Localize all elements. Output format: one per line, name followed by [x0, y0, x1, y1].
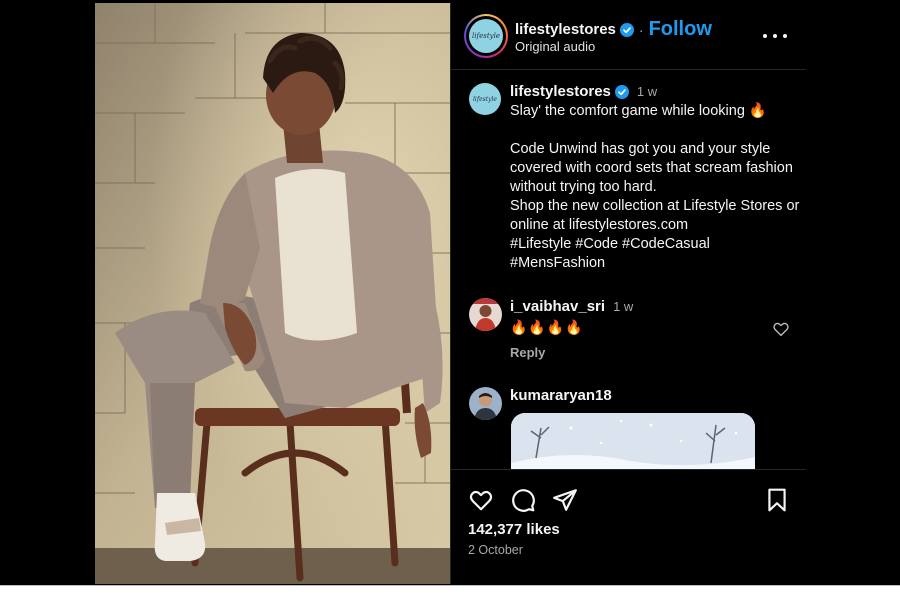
header-username[interactable]: lifestylestores	[515, 21, 616, 38]
verified-badge-icon	[614, 84, 629, 99]
avatar-logo: lifestyle	[469, 19, 503, 53]
audio-label[interactable]: Original audio	[515, 39, 595, 54]
caption-time[interactable]: 1 w	[637, 84, 657, 99]
verified-badge-icon	[619, 22, 634, 37]
comment-username[interactable]: i_vaibhav_sri	[510, 298, 605, 315]
likes-count[interactable]: 142,377 likes	[468, 521, 560, 538]
caption-avatar-logo: lifestyle	[469, 83, 501, 115]
post-photo	[95, 3, 450, 584]
caption-text: Slay' the comfort game while looking 🔥 C…	[510, 103, 800, 271]
heart-icon[interactable]	[468, 487, 494, 513]
separator-dot: ·	[638, 21, 644, 38]
comment-gif-image[interactable]	[511, 413, 755, 469]
comment-username[interactable]: kumararyan18	[510, 387, 612, 404]
window-bottom-edge	[0, 585, 900, 600]
post-image[interactable]	[95, 3, 450, 584]
comment-avatar[interactable]	[469, 298, 502, 331]
comment-body: i_vaibhav_sri 1 w 🔥🔥🔥🔥 Reply	[510, 298, 770, 360]
comment-body: kumararyan18	[510, 387, 770, 404]
reply-button[interactable]: Reply	[510, 345, 545, 360]
post-header: lifestyle lifestylestores · Follow Origi…	[451, 3, 806, 70]
comment-like-heart-icon[interactable]	[772, 320, 790, 338]
comment-avatar[interactable]	[469, 387, 502, 420]
header-user-row: lifestylestores · Follow	[515, 18, 712, 41]
bookmark-icon[interactable]	[764, 487, 790, 513]
paper-plane-icon[interactable]	[552, 487, 578, 513]
post-side-panel: lifestyle lifestylestores · Follow Origi…	[450, 3, 806, 584]
comments-scroll-area[interactable]: lifestyle lifestylestores 1 w Slay' the …	[451, 71, 806, 469]
comment-time[interactable]: 1 w	[613, 299, 633, 314]
comment-bubble-icon[interactable]	[510, 487, 536, 513]
caption-body: lifestylestores 1 w Slay' the comfort ga…	[510, 83, 800, 273]
caption-avatar[interactable]: lifestyle	[469, 83, 501, 115]
more-options-icon[interactable]	[763, 27, 787, 45]
caption-username[interactable]: lifestylestores	[510, 83, 611, 100]
story-avatar[interactable]: lifestyle	[464, 14, 508, 58]
post-actions: 142,377 likes 2 October	[451, 469, 806, 584]
comment-text: 🔥🔥🔥🔥	[510, 319, 584, 335]
post-date[interactable]: 2 October	[468, 543, 523, 557]
follow-button[interactable]: Follow	[649, 18, 712, 41]
